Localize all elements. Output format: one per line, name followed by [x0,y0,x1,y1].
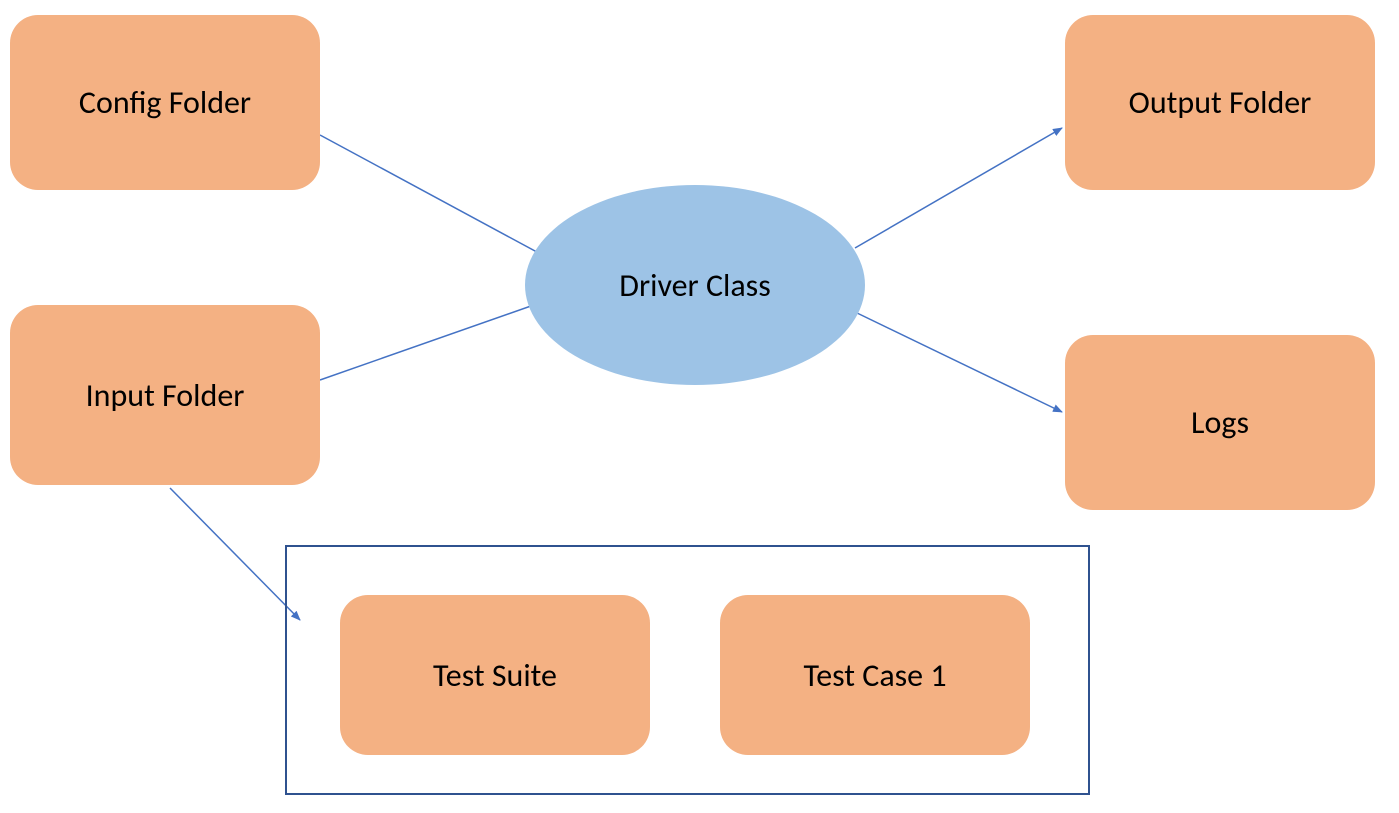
diagram-canvas: Config Folder Input Folder Driver Class … [0,0,1399,813]
node-label: Logs [1191,403,1249,442]
node-test-case-1: Test Case 1 [720,595,1030,755]
node-label: Test Suite [433,656,557,695]
node-label: Output Folder [1129,83,1312,122]
node-input-folder: Input Folder [10,305,320,485]
edge-input-to-container [170,488,300,620]
node-test-suite: Test Suite [340,595,650,755]
node-logs: Logs [1065,335,1375,510]
node-config-folder: Config Folder [10,15,320,190]
node-label: Config Folder [79,83,251,122]
node-driver-class: Driver Class [525,185,865,385]
node-label: Input Folder [86,376,245,415]
edge-input-to-driver [320,300,548,380]
node-output-folder: Output Folder [1065,15,1375,190]
edge-driver-to-logs [855,312,1062,412]
edge-config-to-driver [320,135,548,258]
edge-driver-to-output [855,128,1062,248]
node-label: Driver Class [619,266,770,305]
node-label: Test Case 1 [803,656,946,695]
